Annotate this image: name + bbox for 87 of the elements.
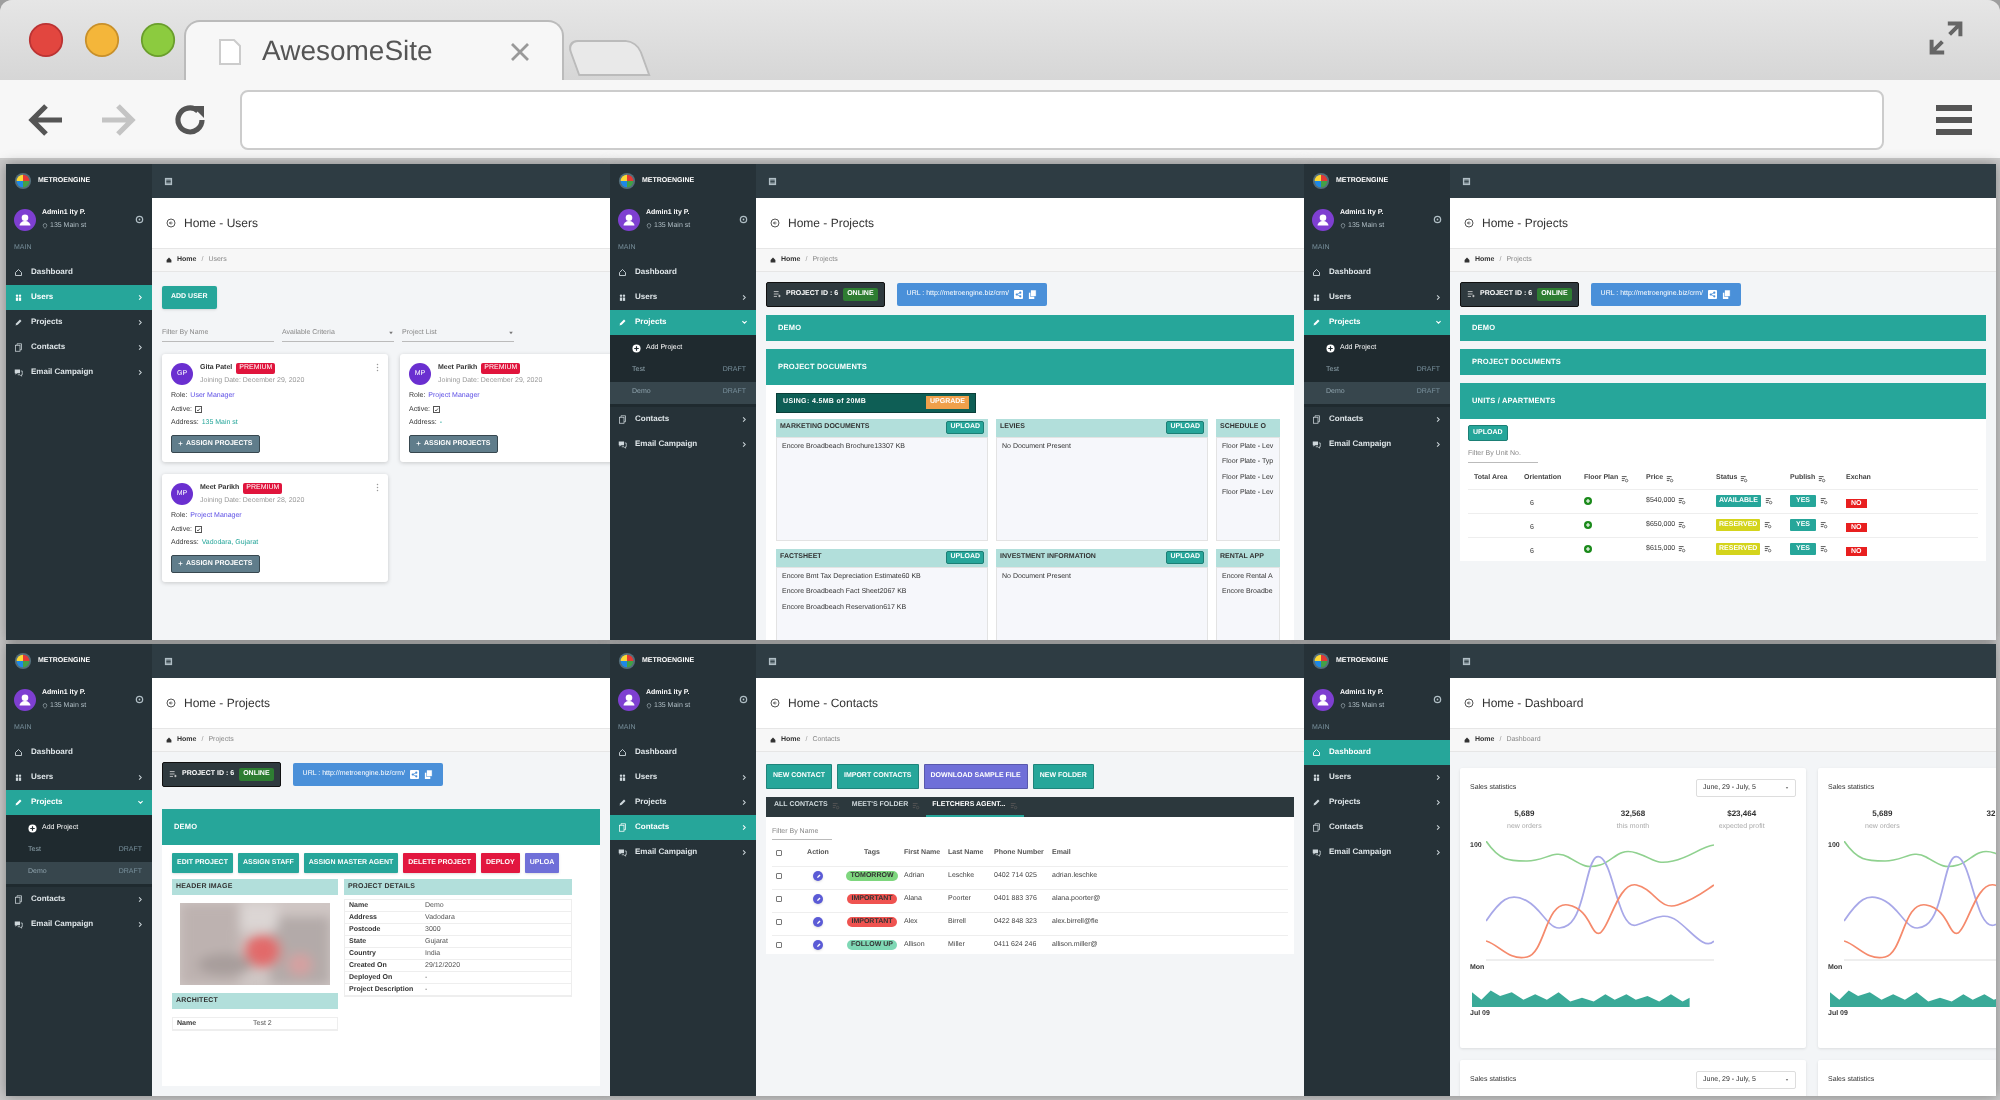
chat-icon	[14, 367, 23, 377]
row-checkbox[interactable]	[776, 873, 782, 879]
checkbox[interactable]	[776, 850, 782, 856]
browser-tab[interactable]: AwesomeSite	[184, 20, 564, 80]
logo-icon	[1312, 652, 1330, 670]
active-checkbox[interactable]	[433, 406, 440, 414]
copy-icon	[1722, 289, 1732, 299]
pencil-icon	[815, 919, 821, 925]
plus-circle-icon	[28, 824, 37, 833]
chat-icon	[618, 439, 627, 449]
home-icon	[770, 737, 776, 743]
users-icon	[1312, 292, 1321, 302]
copy-icon	[424, 769, 434, 779]
floor-plan-icon	[1584, 497, 1592, 505]
menu-icon	[768, 176, 777, 186]
menu-icon	[1462, 176, 1471, 186]
reload-icon	[170, 99, 210, 139]
edit-button[interactable]	[813, 871, 823, 881]
users-icon	[618, 772, 627, 782]
chat-icon	[1312, 439, 1321, 449]
close-window-icon	[28, 22, 64, 58]
share-icon	[410, 769, 420, 779]
home-icon	[166, 257, 172, 263]
brush-icon	[1312, 797, 1321, 807]
brush-icon	[618, 317, 627, 327]
avatar-icon	[14, 208, 36, 231]
back-arrow-icon	[26, 99, 66, 139]
brush-icon	[14, 317, 23, 327]
pencil-icon	[815, 873, 821, 879]
settings-icon	[1433, 215, 1442, 224]
logo-icon	[14, 652, 32, 670]
row-checkbox[interactable]	[776, 896, 782, 902]
users-icon	[1312, 772, 1321, 782]
expand-icon	[1928, 20, 1964, 56]
users-icon	[618, 292, 627, 302]
users-icon	[14, 772, 23, 782]
plus-circle-icon	[1326, 344, 1335, 353]
logo-icon	[618, 172, 636, 190]
settings-icon	[739, 695, 748, 704]
logo-icon	[14, 172, 32, 190]
chat-icon	[14, 919, 23, 929]
edit-button[interactable]	[813, 940, 823, 950]
avatar-icon	[618, 688, 640, 711]
pencil-icon	[815, 896, 821, 902]
settings-icon	[739, 215, 748, 224]
forward-arrow-icon	[98, 99, 138, 139]
menu-icon	[164, 176, 173, 186]
avatar-icon	[1312, 208, 1334, 231]
row-checkbox[interactable]	[776, 919, 782, 925]
edit-button[interactable]	[813, 917, 823, 927]
maximize-window-icon	[140, 22, 176, 58]
menu-icon	[768, 656, 777, 666]
home-icon	[770, 257, 776, 263]
page-icon	[218, 37, 242, 65]
share-icon	[1014, 289, 1024, 299]
chat-icon	[618, 847, 627, 857]
brush-icon	[1312, 317, 1321, 327]
settings-icon	[135, 695, 144, 704]
avatar-icon	[618, 208, 640, 231]
close-icon	[510, 41, 530, 61]
brush-icon	[618, 797, 627, 807]
active-checkbox[interactable]	[195, 406, 202, 414]
floor-plan-icon	[1584, 521, 1592, 529]
settings-icon	[1433, 695, 1442, 704]
menu-icon	[1934, 99, 1974, 139]
brush-icon	[14, 797, 23, 807]
menu-icon	[164, 656, 173, 666]
settings-icon	[135, 215, 144, 224]
home-icon	[166, 737, 172, 743]
home-icon	[1464, 257, 1470, 263]
pencil-icon	[815, 942, 821, 948]
avatar-icon	[14, 688, 36, 711]
minimize-window-icon	[84, 22, 120, 58]
edit-button[interactable]	[813, 894, 823, 904]
logo-icon	[618, 652, 636, 670]
home-icon	[1464, 737, 1470, 743]
share-icon	[1708, 289, 1718, 299]
menu-icon	[1462, 656, 1471, 666]
chat-icon	[1312, 847, 1321, 857]
avatar-icon	[1312, 688, 1334, 711]
floor-plan-icon	[1584, 545, 1592, 553]
users-icon	[14, 292, 23, 302]
row-checkbox[interactable]	[776, 942, 782, 948]
copy-icon	[1028, 289, 1038, 299]
logo-icon	[1312, 172, 1330, 190]
plus-circle-icon	[632, 344, 641, 353]
active-checkbox[interactable]	[195, 526, 202, 534]
